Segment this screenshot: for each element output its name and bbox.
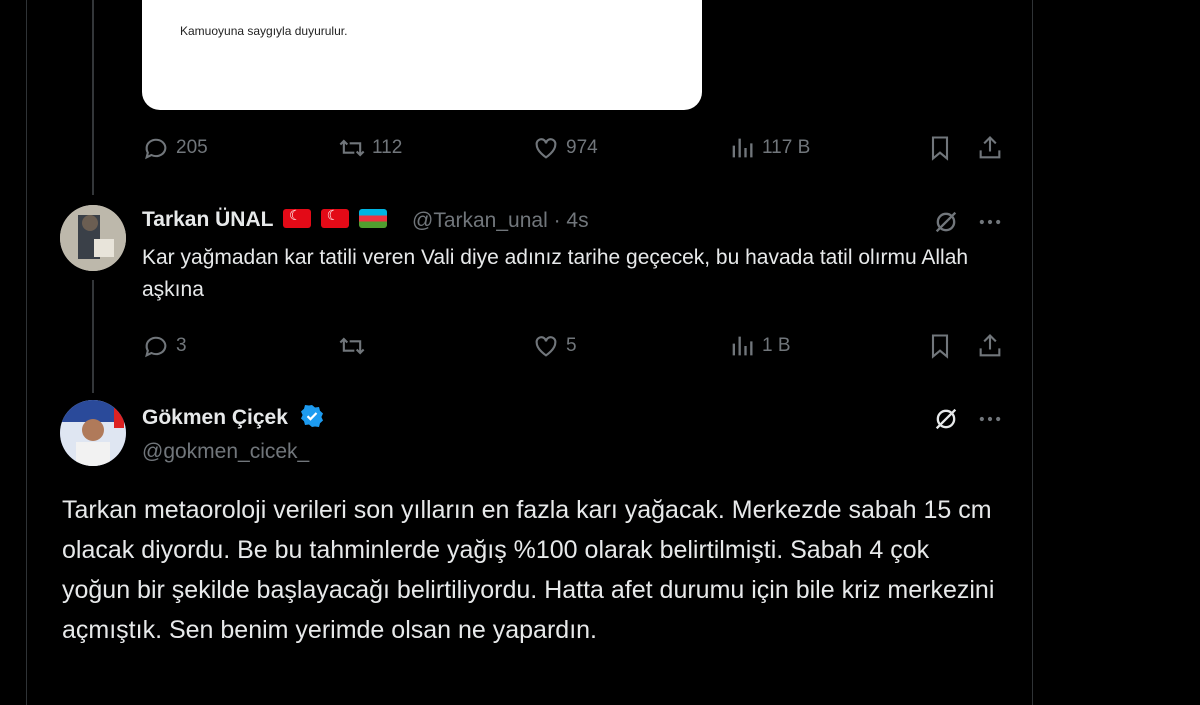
grok-icon [932,208,960,236]
heart-icon [532,332,560,360]
thread-line [92,0,94,195]
share-icon [976,332,1004,360]
embedded-image-card[interactable]: Kamuoyuna saygıyla duyurulur. [142,0,702,110]
like-count: 5 [566,335,577,356]
avatar[interactable] [60,400,126,466]
author-handle[interactable]: @Tarkan_unal · 4s [412,209,589,233]
reply-button[interactable]: 3 [142,332,187,360]
like-button[interactable]: 5 [532,332,577,360]
reply-button[interactable]: 205 [142,134,208,162]
bookmark-button[interactable] [926,134,954,162]
share-button[interactable] [976,332,1004,360]
timeline-border-left [26,0,27,705]
retweet-count: 112 [372,137,403,158]
author-name[interactable]: Gökmen Çiçek [142,404,324,434]
azerbaijan-flag-icon [358,209,387,228]
like-count: 974 [566,137,598,158]
views-button[interactable]: 117 B [728,134,810,162]
retweet-icon [338,332,366,360]
author-name[interactable]: Tarkan ÜNAL [142,207,387,232]
author-handle[interactable]: @gokmen_cicek_ [142,440,309,464]
like-button[interactable]: 974 [532,134,598,162]
more-button[interactable] [976,208,1004,236]
retweet-button[interactable]: 112 [338,134,402,162]
reply-icon [142,332,170,360]
timeline-border-right [1032,0,1033,705]
views-button[interactable]: 1 B [728,332,791,360]
more-icon [976,405,1004,433]
author-name-text: Tarkan ÜNAL [142,208,274,231]
author-name-text: Gökmen Çiçek [142,406,288,429]
retweet-icon [338,134,366,162]
verified-badge-icon [300,404,324,434]
thread-line [92,280,94,393]
share-icon [976,134,1004,162]
grok-button[interactable] [932,208,960,236]
analytics-icon [728,134,756,162]
views-count: 117 B [762,137,811,158]
card-text: Kamuoyuna saygıyla duyurulur. [180,24,348,38]
share-button[interactable] [976,134,1004,162]
reply-count: 3 [176,335,187,356]
heart-icon [532,134,560,162]
reply-count: 205 [176,137,208,158]
avatar[interactable] [60,205,126,271]
views-count: 1 B [762,335,791,356]
turkey-flag-icon [320,207,349,228]
analytics-icon [728,332,756,360]
more-button[interactable] [976,405,1004,433]
retweet-button[interactable] [338,332,372,360]
reply-icon [142,134,170,162]
bookmark-icon [926,134,954,162]
grok-button[interactable] [932,405,960,433]
turkey-flag-icon [282,207,311,228]
more-icon [976,208,1004,236]
bookmark-icon [926,332,954,360]
grok-icon [932,405,960,433]
tweet-text: Tarkan metaoroloji verileri son yılların… [62,496,995,644]
tweet-text: Kar yağmadan kar tatili veren Vali diye … [142,246,969,301]
bookmark-button[interactable] [926,332,954,360]
